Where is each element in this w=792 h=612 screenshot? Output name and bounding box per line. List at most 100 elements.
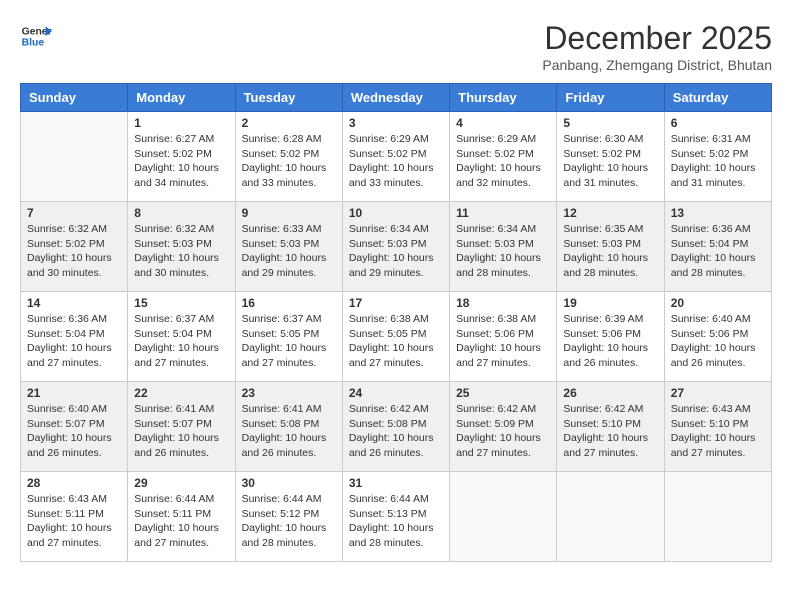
calendar-week-4: 21 Sunrise: 6:40 AMSunset: 5:07 PMDayligh… <box>21 382 772 472</box>
calendar-cell: 29Sunrise: 6:44 AMSunset: 5:11 PMDayligh… <box>128 472 235 562</box>
calendar-cell <box>450 472 557 562</box>
cell-info: Sunrise: 6:29 AMSunset: 5:02 PMDaylight:… <box>349 132 443 191</box>
page-header: General Blue December 2025 Panbang, Zhem… <box>20 20 772 73</box>
calendar-cell: 6 Sunrise: 6:31 AMSunset: 5:02 PMDaylight… <box>664 112 771 202</box>
svg-text:Blue: Blue <box>22 38 45 49</box>
column-header-friday: Friday <box>557 84 664 112</box>
day-number: 4 <box>456 116 550 130</box>
day-number: 11 <box>456 206 550 220</box>
day-number: 16 <box>242 296 336 310</box>
calendar-cell: 23 Sunrise: 6:41 AMSunset: 5:08 PMDayligh… <box>235 382 342 472</box>
cell-info: Sunrise: 6:35 AMSunset: 5:03 PMDaylight:… <box>563 222 657 281</box>
calendar-cell: 3 Sunrise: 6:29 AMSunset: 5:02 PMDaylight… <box>342 112 449 202</box>
cell-info: Sunrise: 6:40 AMSunset: 5:07 PMDaylight:… <box>27 402 121 461</box>
calendar-table: SundayMondayTuesdayWednesdayThursdayFrid… <box>20 83 772 562</box>
cell-info: Sunrise: 6:43 AMSunset: 5:11 PMDaylight:… <box>27 492 121 551</box>
day-number: 25 <box>456 386 550 400</box>
header-row: SundayMondayTuesdayWednesdayThursdayFrid… <box>21 84 772 112</box>
cell-info: Sunrise: 6:44 AMSunset: 5:12 PMDaylight:… <box>242 492 336 551</box>
calendar-week-2: 7 Sunrise: 6:32 AMSunset: 5:02 PMDaylight… <box>21 202 772 292</box>
cell-info: Sunrise: 6:41 AMSunset: 5:07 PMDaylight:… <box>134 402 228 461</box>
location: Panbang, Zhemgang District, Bhutan <box>542 57 772 73</box>
calendar-cell: 8Sunrise: 6:32 AMSunset: 5:03 PMDaylight… <box>128 202 235 292</box>
day-number: 10 <box>349 206 443 220</box>
day-number: 14 <box>27 296 121 310</box>
calendar-week-3: 14 Sunrise: 6:36 AMSunset: 5:04 PMDayligh… <box>21 292 772 382</box>
day-number: 5 <box>563 116 657 130</box>
cell-info: Sunrise: 6:33 AMSunset: 5:03 PMDaylight:… <box>242 222 336 281</box>
calendar-cell: 16 Sunrise: 6:37 AMSunset: 5:05 PMDayligh… <box>235 292 342 382</box>
calendar-cell: 21 Sunrise: 6:40 AMSunset: 5:07 PMDayligh… <box>21 382 128 472</box>
day-number: 1 <box>134 116 228 130</box>
logo-icon: General Blue <box>20 20 52 52</box>
cell-info: Sunrise: 6:32 AMSunset: 5:03 PMDaylight:… <box>134 222 228 281</box>
day-number: 22 <box>134 386 228 400</box>
calendar-cell: 25 Sunrise: 6:42 AMSunset: 5:09 PMDayligh… <box>450 382 557 472</box>
cell-info: Sunrise: 6:41 AMSunset: 5:08 PMDaylight:… <box>242 402 336 461</box>
day-number: 26 <box>563 386 657 400</box>
day-number: 2 <box>242 116 336 130</box>
calendar-cell <box>557 472 664 562</box>
day-number: 30 <box>242 476 336 490</box>
calendar-cell: 14 Sunrise: 6:36 AMSunset: 5:04 PMDayligh… <box>21 292 128 382</box>
day-number: 17 <box>349 296 443 310</box>
column-header-monday: Monday <box>128 84 235 112</box>
cell-info: Sunrise: 6:36 AMSunset: 5:04 PMDaylight:… <box>671 222 765 281</box>
cell-info: Sunrise: 6:31 AMSunset: 5:02 PMDaylight:… <box>671 132 765 191</box>
calendar-cell: 13 Sunrise: 6:36 AMSunset: 5:04 PMDayligh… <box>664 202 771 292</box>
day-number: 20 <box>671 296 765 310</box>
cell-info: Sunrise: 6:44 AMSunset: 5:11 PMDaylight:… <box>134 492 228 551</box>
day-number: 13 <box>671 206 765 220</box>
calendar-cell: 4 Sunrise: 6:29 AMSunset: 5:02 PMDaylight… <box>450 112 557 202</box>
calendar-cell: 11Sunrise: 6:34 AMSunset: 5:03 PMDayligh… <box>450 202 557 292</box>
calendar-cell: 15 Sunrise: 6:37 AMSunset: 5:04 PMDayligh… <box>128 292 235 382</box>
calendar-cell: 19 Sunrise: 6:39 AMSunset: 5:06 PMDayligh… <box>557 292 664 382</box>
calendar-cell: 22 Sunrise: 6:41 AMSunset: 5:07 PMDayligh… <box>128 382 235 472</box>
calendar-cell: 1 Sunrise: 6:27 AMSunset: 5:02 PMDaylight… <box>128 112 235 202</box>
title-section: December 2025 Panbang, Zhemgang District… <box>542 20 772 73</box>
calendar-cell: 31 Sunrise: 6:44 AMSunset: 5:13 PMDayligh… <box>342 472 449 562</box>
cell-info: Sunrise: 6:36 AMSunset: 5:04 PMDaylight:… <box>27 312 121 371</box>
calendar-cell: 9Sunrise: 6:33 AMSunset: 5:03 PMDaylight… <box>235 202 342 292</box>
calendar-cell: 24Sunrise: 6:42 AMSunset: 5:08 PMDayligh… <box>342 382 449 472</box>
cell-info: Sunrise: 6:30 AMSunset: 5:02 PMDaylight:… <box>563 132 657 191</box>
cell-info: Sunrise: 6:39 AMSunset: 5:06 PMDaylight:… <box>563 312 657 371</box>
cell-info: Sunrise: 6:40 AMSunset: 5:06 PMDaylight:… <box>671 312 765 371</box>
calendar-cell: 30 Sunrise: 6:44 AMSunset: 5:12 PMDayligh… <box>235 472 342 562</box>
column-header-tuesday: Tuesday <box>235 84 342 112</box>
column-header-thursday: Thursday <box>450 84 557 112</box>
cell-info: Sunrise: 6:42 AMSunset: 5:09 PMDaylight:… <box>456 402 550 461</box>
day-number: 31 <box>349 476 443 490</box>
cell-info: Sunrise: 6:42 AMSunset: 5:08 PMDaylight:… <box>349 402 443 461</box>
calendar-cell: 2 Sunrise: 6:28 AMSunset: 5:02 PMDaylight… <box>235 112 342 202</box>
cell-info: Sunrise: 6:34 AMSunset: 5:03 PMDaylight:… <box>349 222 443 281</box>
day-number: 7 <box>27 206 121 220</box>
column-header-saturday: Saturday <box>664 84 771 112</box>
day-number: 6 <box>671 116 765 130</box>
day-number: 23 <box>242 386 336 400</box>
calendar-cell: 17Sunrise: 6:38 AMSunset: 5:05 PMDayligh… <box>342 292 449 382</box>
logo: General Blue <box>20 20 52 52</box>
calendar-week-1: 1 Sunrise: 6:27 AMSunset: 5:02 PMDaylight… <box>21 112 772 202</box>
cell-info: Sunrise: 6:29 AMSunset: 5:02 PMDaylight:… <box>456 132 550 191</box>
day-number: 3 <box>349 116 443 130</box>
day-number: 27 <box>671 386 765 400</box>
calendar-cell: 28Sunrise: 6:43 AMSunset: 5:11 PMDayligh… <box>21 472 128 562</box>
calendar-week-5: 28Sunrise: 6:43 AMSunset: 5:11 PMDayligh… <box>21 472 772 562</box>
day-number: 15 <box>134 296 228 310</box>
cell-info: Sunrise: 6:32 AMSunset: 5:02 PMDaylight:… <box>27 222 121 281</box>
cell-info: Sunrise: 6:27 AMSunset: 5:02 PMDaylight:… <box>134 132 228 191</box>
day-number: 19 <box>563 296 657 310</box>
calendar-cell <box>21 112 128 202</box>
calendar-cell: 20 Sunrise: 6:40 AMSunset: 5:06 PMDayligh… <box>664 292 771 382</box>
column-header-wednesday: Wednesday <box>342 84 449 112</box>
day-number: 21 <box>27 386 121 400</box>
cell-info: Sunrise: 6:42 AMSunset: 5:10 PMDaylight:… <box>563 402 657 461</box>
cell-info: Sunrise: 6:37 AMSunset: 5:04 PMDaylight:… <box>134 312 228 371</box>
column-header-sunday: Sunday <box>21 84 128 112</box>
cell-info: Sunrise: 6:38 AMSunset: 5:06 PMDaylight:… <box>456 312 550 371</box>
cell-info: Sunrise: 6:28 AMSunset: 5:02 PMDaylight:… <box>242 132 336 191</box>
calendar-cell: 27Sunrise: 6:43 AMSunset: 5:10 PMDayligh… <box>664 382 771 472</box>
cell-info: Sunrise: 6:37 AMSunset: 5:05 PMDaylight:… <box>242 312 336 371</box>
cell-info: Sunrise: 6:44 AMSunset: 5:13 PMDaylight:… <box>349 492 443 551</box>
